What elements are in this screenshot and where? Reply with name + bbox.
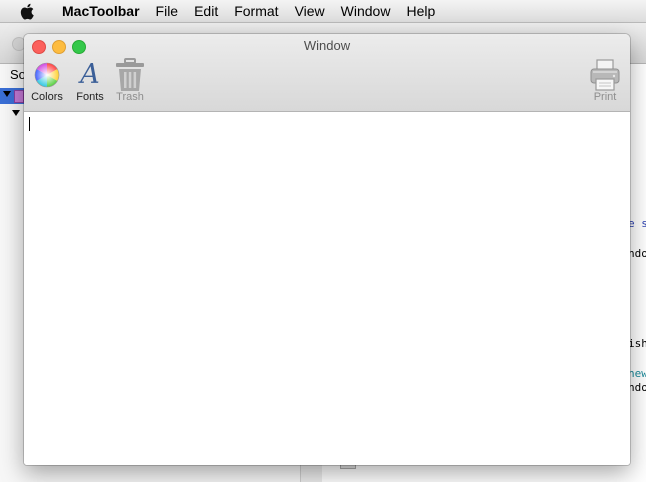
menu-format[interactable]: Format xyxy=(226,0,286,22)
trash-toolbar-button[interactable]: Trash xyxy=(114,58,146,103)
colors-label: Colors xyxy=(31,91,63,103)
menu-app-name[interactable]: MacToolbar xyxy=(54,0,148,22)
code-fragment: new xyxy=(628,367,646,380)
code-fragment: ndo xyxy=(628,247,646,260)
fonts-icon: A xyxy=(74,58,106,92)
text-caret xyxy=(29,117,30,131)
apple-icon[interactable] xyxy=(20,2,38,20)
project-file-icon xyxy=(14,90,24,103)
print-toolbar-button[interactable]: Print xyxy=(589,58,621,103)
fonts-toolbar-button[interactable]: A Fonts xyxy=(74,58,106,104)
main-window: Window Colors A Fonts Trash Print xyxy=(24,34,630,465)
fonts-glyph: A xyxy=(80,59,100,90)
window-titlebar[interactable]: Window Colors A Fonts Trash Print xyxy=(24,34,630,112)
window-title: Window xyxy=(303,38,351,53)
printer-icon xyxy=(589,58,621,92)
disclosure-triangle-icon[interactable] xyxy=(12,110,20,116)
code-fragment: ish xyxy=(628,337,646,350)
menu-file[interactable]: File xyxy=(148,0,187,22)
menu-window[interactable]: Window xyxy=(333,0,399,22)
color-wheel-icon xyxy=(31,58,63,92)
menu-edit[interactable]: Edit xyxy=(186,0,226,22)
trash-icon xyxy=(114,58,146,92)
menu-view[interactable]: View xyxy=(287,0,333,22)
print-label: Print xyxy=(593,91,617,103)
colors-toolbar-button[interactable]: Colors xyxy=(31,58,63,103)
menu-bar: MacToolbar File Edit Format View Window … xyxy=(0,0,646,23)
code-fragment: e s xyxy=(628,217,646,230)
code-fragment: ndo xyxy=(628,381,646,394)
disclosure-triangle-icon[interactable] xyxy=(3,91,11,97)
fonts-label: Fonts xyxy=(76,91,104,103)
text-editor[interactable] xyxy=(24,112,630,465)
trash-label: Trash xyxy=(116,91,144,103)
menu-help[interactable]: Help xyxy=(398,0,443,22)
